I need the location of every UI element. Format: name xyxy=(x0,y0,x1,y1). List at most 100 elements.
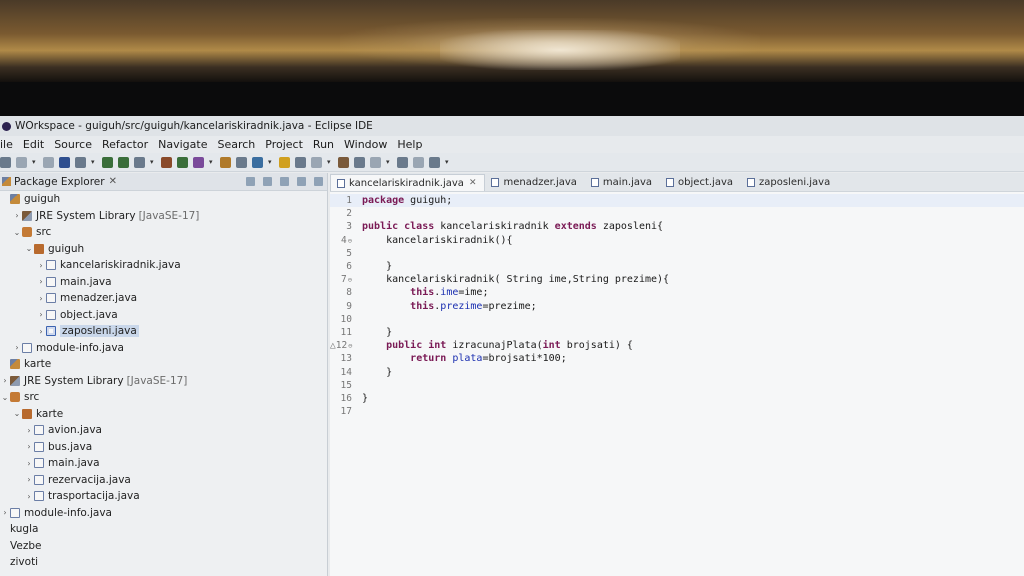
menu-item-project[interactable]: Project xyxy=(265,138,303,151)
code-line[interactable]: △12⊖ public int izracunajPlata(int brojs… xyxy=(330,339,1024,352)
tree-item[interactable]: › bus.java xyxy=(0,439,327,456)
toolbar-button-icon[interactable] xyxy=(354,156,365,168)
tree-item[interactable]: › trasportacija.java xyxy=(0,488,327,505)
maximize-icon[interactable] xyxy=(314,177,323,186)
toolbar-button-icon[interactable] xyxy=(338,156,349,168)
code-line[interactable]: 15 xyxy=(330,379,1024,392)
code-line[interactable]: 5 xyxy=(330,247,1024,260)
menu-item-ile[interactable]: ile xyxy=(0,138,13,151)
tree-item[interactable]: › module-info.java xyxy=(0,505,327,522)
collapse-all-icon[interactable] xyxy=(246,177,255,186)
toolbar-button-icon[interactable] xyxy=(43,156,54,168)
toolbar-button-icon[interactable] xyxy=(220,156,231,168)
collapsed-arrow-icon[interactable]: › xyxy=(24,426,34,435)
collapsed-arrow-icon[interactable]: › xyxy=(24,492,34,501)
toolbar-button-icon[interactable] xyxy=(279,156,290,168)
tree-item[interactable]: kugla xyxy=(0,521,327,538)
tree-item[interactable]: zivoti xyxy=(0,554,327,571)
menu-item-edit[interactable]: Edit xyxy=(23,138,44,151)
code-line[interactable]: 1 package guiguh; xyxy=(330,194,1024,208)
tree-item[interactable]: karte xyxy=(0,356,327,373)
menu-item-search[interactable]: Search xyxy=(217,138,255,151)
package-explorer-tab[interactable]: Package Explorer ✕ xyxy=(0,173,327,191)
menu-item-run[interactable]: Run xyxy=(313,138,334,151)
tree-item[interactable]: ⌄ guiguh xyxy=(0,241,327,258)
toolbar-button-icon[interactable] xyxy=(102,156,113,168)
collapsed-arrow-icon[interactable]: › xyxy=(0,508,10,517)
dropdown-caret-icon[interactable]: ▾ xyxy=(386,157,392,168)
code-line[interactable]: 2 xyxy=(330,207,1024,220)
toolbar-button-icon[interactable] xyxy=(75,156,86,168)
collapsed-arrow-icon[interactable]: › xyxy=(24,442,34,451)
collapsed-arrow-icon[interactable]: › xyxy=(12,343,22,352)
collapsed-arrow-icon[interactable]: › xyxy=(12,211,22,220)
collapsed-arrow-icon[interactable]: › xyxy=(36,327,46,336)
collapsed-arrow-icon[interactable]: › xyxy=(36,277,46,286)
menu-item-refactor[interactable]: Refactor xyxy=(102,138,148,151)
dropdown-caret-icon[interactable]: ▾ xyxy=(209,157,215,168)
code-line[interactable]: 4⊖ kancelariskiradnik(){ xyxy=(330,234,1024,247)
toolbar-button-icon[interactable] xyxy=(59,156,70,168)
expanded-arrow-icon[interactable]: ⌄ xyxy=(24,244,34,253)
editor-tab[interactable]: object.java xyxy=(660,174,741,191)
dropdown-caret-icon[interactable]: ▾ xyxy=(445,157,451,168)
toolbar-button-icon[interactable] xyxy=(295,156,306,168)
fold-toggle-icon[interactable]: ⊖ xyxy=(348,342,352,350)
menu-item-help[interactable]: Help xyxy=(397,138,422,151)
toolbar-button-icon[interactable] xyxy=(397,156,408,168)
code-area[interactable]: 1 package guiguh; 2 3 public class kancelari… xyxy=(330,192,1024,418)
collapsed-arrow-icon[interactable]: › xyxy=(36,310,46,319)
tree-item[interactable]: › object.java xyxy=(0,307,327,324)
expanded-arrow-icon[interactable]: ⌄ xyxy=(0,393,10,402)
fold-toggle-icon[interactable]: ⊖ xyxy=(348,237,352,245)
tree-item[interactable]: › JRE System Library [JavaSE-17] xyxy=(0,373,327,390)
dropdown-caret-icon[interactable]: ▾ xyxy=(268,157,274,168)
toolbar-button-icon[interactable] xyxy=(161,156,172,168)
fold-toggle-icon[interactable]: ⊖ xyxy=(348,276,352,284)
tree-item[interactable]: › menadzer.java xyxy=(0,290,327,307)
tree-item[interactable]: › main.java xyxy=(0,274,327,291)
toolbar-button-icon[interactable] xyxy=(370,156,381,168)
tree-item[interactable]: › kancelariskiradnik.java xyxy=(0,257,327,274)
toolbar-button-icon[interactable] xyxy=(236,156,247,168)
code-line[interactable]: 8 this.ime=ime; xyxy=(330,286,1024,299)
toolbar-button-icon[interactable] xyxy=(0,156,11,168)
menu-item-source[interactable]: Source xyxy=(54,138,92,151)
collapsed-arrow-icon[interactable]: › xyxy=(24,459,34,468)
code-line[interactable]: 16} xyxy=(330,392,1024,405)
code-line[interactable]: 6 } xyxy=(330,260,1024,273)
minimize-icon[interactable] xyxy=(297,177,306,186)
tree-item[interactable]: › JRE System Library [JavaSE-17] xyxy=(0,208,327,225)
tree-item[interactable]: › rezervacija.java xyxy=(0,472,327,489)
toolbar-button-icon[interactable] xyxy=(118,156,129,168)
tree-item[interactable]: Vezbe xyxy=(0,538,327,555)
dropdown-caret-icon[interactable]: ▾ xyxy=(327,157,333,168)
tree-item[interactable]: ⌄ src xyxy=(0,389,327,406)
tree-item[interactable]: › zaposleni.java xyxy=(0,323,327,340)
collapsed-arrow-icon[interactable]: › xyxy=(24,475,34,484)
collapsed-arrow-icon[interactable]: › xyxy=(0,376,10,385)
tree-item[interactable]: › module-info.java xyxy=(0,340,327,357)
menu-item-window[interactable]: Window xyxy=(344,138,387,151)
tree-item[interactable]: ⌄ src xyxy=(0,224,327,241)
toolbar-button-icon[interactable] xyxy=(252,156,263,168)
link-with-editor-icon[interactable] xyxy=(263,177,272,186)
tree-item[interactable]: guiguh xyxy=(0,191,327,208)
tree-item[interactable]: › main.java xyxy=(0,455,327,472)
code-line[interactable]: 9 this.prezime=prezime; xyxy=(330,300,1024,313)
code-line[interactable]: 13 return plata=brojsati*100; xyxy=(330,352,1024,365)
toolbar-button-icon[interactable] xyxy=(16,156,27,168)
toolbar-button-icon[interactable] xyxy=(134,156,145,168)
code-line[interactable]: 14 } xyxy=(330,365,1024,378)
collapsed-arrow-icon[interactable]: › xyxy=(36,261,46,270)
editor-tab[interactable]: kancelariskiradnik.java ✕ xyxy=(330,174,486,191)
view-menu-icon[interactable] xyxy=(280,177,289,186)
expanded-arrow-icon[interactable]: ⌄ xyxy=(12,409,22,418)
dropdown-caret-icon[interactable]: ▾ xyxy=(32,157,38,168)
toolbar-button-icon[interactable] xyxy=(311,156,322,168)
toolbar-button-icon[interactable] xyxy=(177,156,188,168)
code-line[interactable]: 3 public class kancelariskiradnik extends… xyxy=(330,220,1024,233)
code-line[interactable]: 11 } xyxy=(330,326,1024,339)
toolbar-button-icon[interactable] xyxy=(413,156,424,168)
dropdown-caret-icon[interactable]: ▾ xyxy=(150,157,156,168)
